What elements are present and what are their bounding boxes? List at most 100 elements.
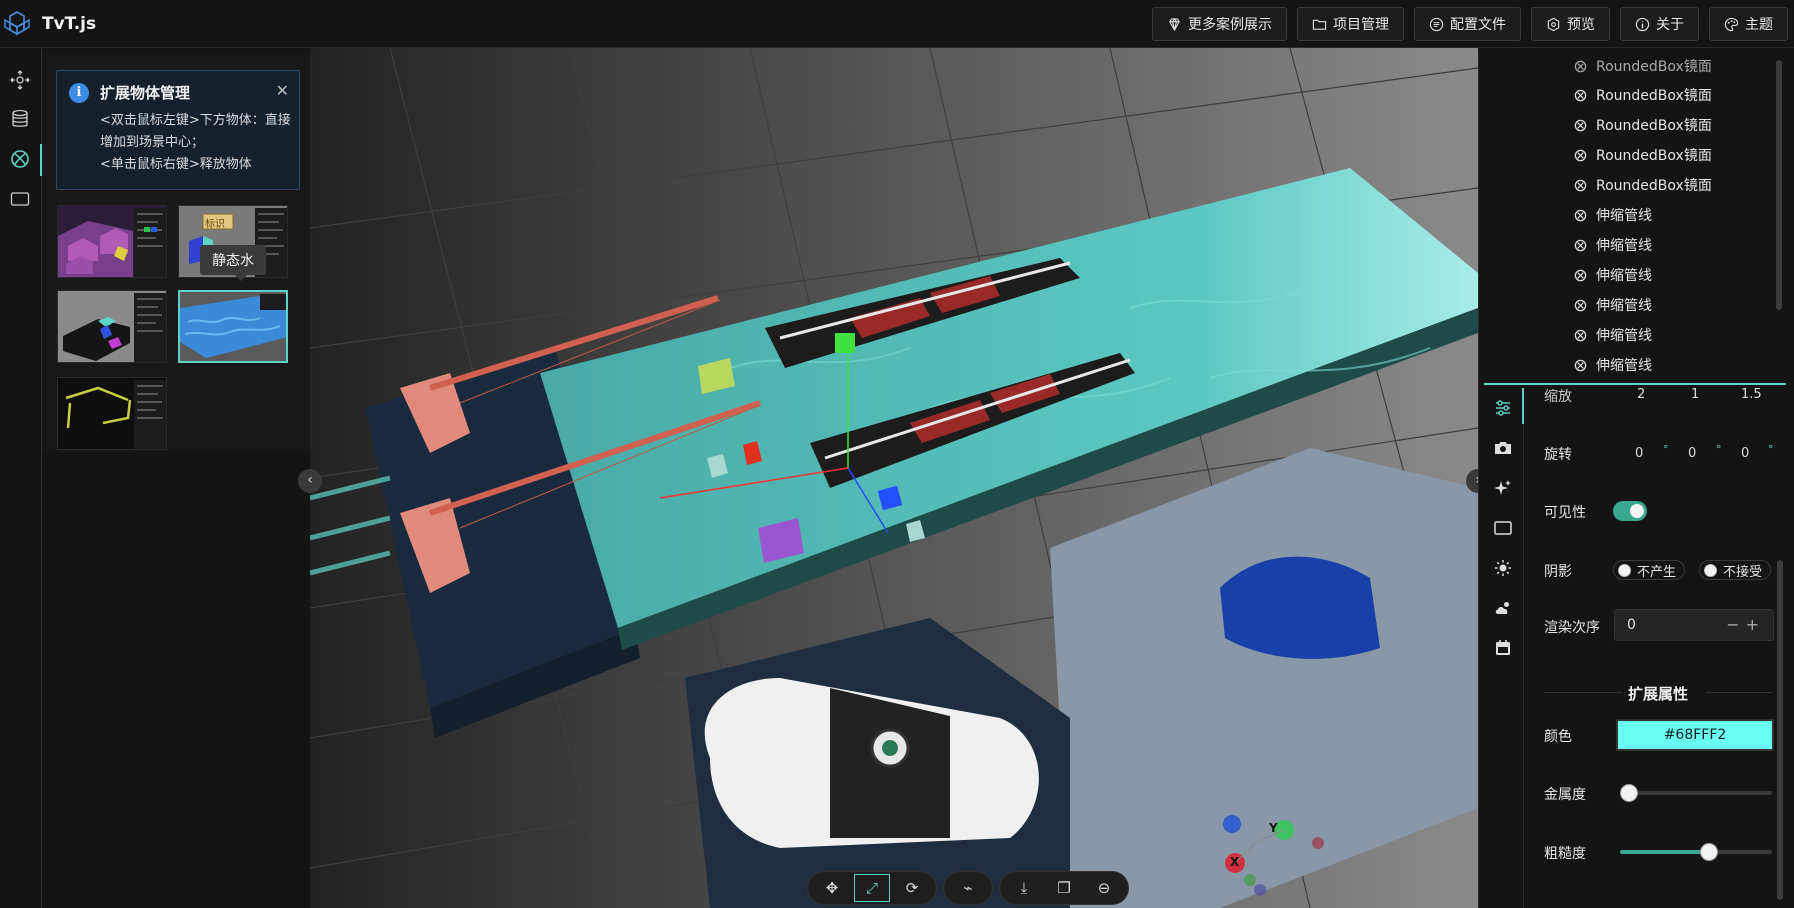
tree-item-label: RoundedBox镜面 [1596, 178, 1712, 194]
tree-item[interactable]: RoundedBox镜面 [1574, 115, 1712, 135]
tree-item[interactable]: RoundedBox镜面 [1574, 175, 1712, 195]
theme-button[interactable]: 主题 [1709, 7, 1788, 41]
app-logo-icon [4, 10, 30, 35]
sun-icon[interactable] [1493, 558, 1513, 578]
visible-toggle[interactable] [1613, 501, 1647, 521]
database-icon[interactable] [9, 108, 31, 130]
diamond-icon [1169, 17, 1180, 31]
preview-button[interactable]: 预览 [1531, 7, 1610, 41]
rotation-z-unit: ° [1768, 443, 1774, 456]
rectangle-icon[interactable] [1493, 518, 1513, 538]
theme-label: 主题 [1745, 17, 1773, 33]
shadow-cast-label: 不产生 [1637, 564, 1677, 580]
transform-group: ✥ ⤢ ⟳ [807, 871, 937, 905]
rotate-tool-icon[interactable]: ⟳ [894, 874, 930, 902]
scale-z[interactable]: 1.5 [1741, 387, 1762, 402]
thumb-lines-image [58, 378, 166, 449]
tree-scrollbar[interactable] [1776, 60, 1782, 310]
left-nav [0, 48, 42, 908]
close-icon[interactable]: ✕ [276, 81, 289, 100]
shadow-cast-radio[interactable]: 不产生 [1613, 560, 1686, 580]
metalness-slider[interactable] [1620, 784, 1772, 802]
snap-group: ⌁ [943, 871, 993, 905]
notice-line-1: <双击鼠标左键>下方物体：直接增加到场景中心； [100, 113, 291, 150]
tree-item[interactable]: RoundedBox镜面 [1574, 56, 1712, 76]
xbox-icon [1574, 329, 1587, 341]
notice-body: <双击鼠标左键>下方物体：直接增加到场景中心； <单击鼠标右键>释放物体 [100, 110, 295, 176]
render-order-value: 0 [1627, 617, 1636, 633]
motor [1220, 556, 1380, 659]
config-file-button[interactable]: 配置文件 [1414, 7, 1521, 41]
props-scrollbar[interactable] [1777, 560, 1783, 900]
palette-icon [1724, 17, 1739, 31]
sparkle-icon[interactable] [1493, 478, 1513, 498]
roughness-slider[interactable] [1620, 843, 1772, 861]
more-cases-label: 更多案例展示 [1188, 17, 1272, 33]
thumb-lines[interactable] [57, 377, 167, 450]
xbox-icon [1574, 239, 1587, 251]
color-picker[interactable]: #68FFF2 [1616, 719, 1774, 751]
move-node-icon[interactable] [9, 69, 31, 91]
render-order-input[interactable]: 0 −+ [1614, 609, 1774, 641]
collapse-left-button[interactable]: ‹ [298, 469, 322, 493]
notice-box: i 扩展物体管理 ✕ <双击鼠标左键>下方物体：直接增加到场景中心； <单击鼠标… [56, 70, 300, 190]
notice-line-2: <单击鼠标右键>释放物体 [100, 157, 252, 172]
weather-icon[interactable] [1493, 598, 1513, 618]
tree-item[interactable]: 伸缩管线 [1574, 235, 1652, 255]
config-icon [1429, 17, 1444, 31]
camera-icon[interactable] [1493, 438, 1513, 458]
shadow-label: 阴影 [1544, 564, 1572, 580]
thumb-static-water[interactable] [178, 290, 288, 363]
panel-divider[interactable] [1484, 383, 1786, 385]
roughness-label: 粗糙度 [1544, 846, 1586, 862]
copy-icon[interactable]: ❐ [1046, 874, 1082, 902]
scale-tool-icon[interactable]: ⤢ [854, 874, 890, 902]
preview-icon [1547, 17, 1560, 31]
tree-item-label: 伸缩管线 [1596, 328, 1652, 344]
calendar-icon[interactable] [1493, 638, 1513, 658]
metalness-label: 金属度 [1544, 787, 1586, 803]
xbox-icon[interactable] [9, 148, 31, 170]
app-title: TvT.js [42, 13, 97, 34]
tree-item[interactable]: 伸缩管线 [1574, 265, 1652, 285]
section-line-right [1706, 692, 1772, 693]
axis-x-label: X [1230, 855, 1240, 869]
scale-x[interactable]: 2 [1637, 387, 1645, 402]
tree-item[interactable]: 伸缩管线 [1574, 325, 1652, 345]
rectangle-icon[interactable] [9, 188, 31, 210]
magnet-icon[interactable]: ⌁ [950, 874, 986, 902]
tree-item[interactable]: RoundedBox镜面 [1574, 85, 1712, 105]
rotation-z[interactable]: 0 [1741, 446, 1749, 461]
tree-item[interactable]: 伸缩管线 [1574, 295, 1652, 315]
shadow-receive-radio[interactable]: 不接受 [1699, 560, 1772, 580]
about-button[interactable]: 关于 [1620, 7, 1699, 41]
roughness-knob[interactable] [1700, 843, 1718, 861]
stepper-controls[interactable]: −+ [1726, 610, 1765, 640]
tree-item[interactable]: 伸缩管线 [1574, 355, 1652, 375]
thumb-pipe[interactable] [57, 290, 167, 363]
metalness-knob[interactable] [1620, 784, 1638, 802]
rotation-x[interactable]: 0 [1635, 446, 1643, 461]
rotation-y[interactable]: 0 [1688, 446, 1696, 461]
xbox-icon [1574, 179, 1587, 191]
tree-item-label: 伸缩管线 [1596, 208, 1652, 224]
tree-item-label: RoundedBox镜面 [1596, 118, 1712, 134]
notice-title: 扩展物体管理 [100, 84, 191, 102]
tree-item[interactable]: RoundedBox镜面 [1574, 145, 1712, 165]
thumb-label-badge: 标识 [205, 219, 225, 230]
scale-label: 缩放 [1544, 389, 1572, 405]
import-icon[interactable]: ⤓ [1006, 874, 1042, 902]
xbox-icon [1574, 60, 1587, 72]
scale-y[interactable]: 1 [1691, 387, 1699, 402]
more-cases-button[interactable]: 更多案例展示 [1152, 7, 1287, 41]
sliders-icon[interactable] [1493, 398, 1513, 418]
xbox-icon [1574, 89, 1587, 101]
tab-active-indicator [1522, 388, 1524, 424]
scene-viewport[interactable]: Y X [310, 48, 1478, 908]
radio-dot [1618, 563, 1631, 577]
thumb-city[interactable] [57, 205, 167, 278]
remove-icon[interactable]: ⊖ [1086, 874, 1122, 902]
tree-item[interactable]: 伸缩管线 [1574, 205, 1652, 225]
project-manage-button[interactable]: 项目管理 [1297, 7, 1404, 41]
move-tool-icon[interactable]: ✥ [814, 874, 850, 902]
